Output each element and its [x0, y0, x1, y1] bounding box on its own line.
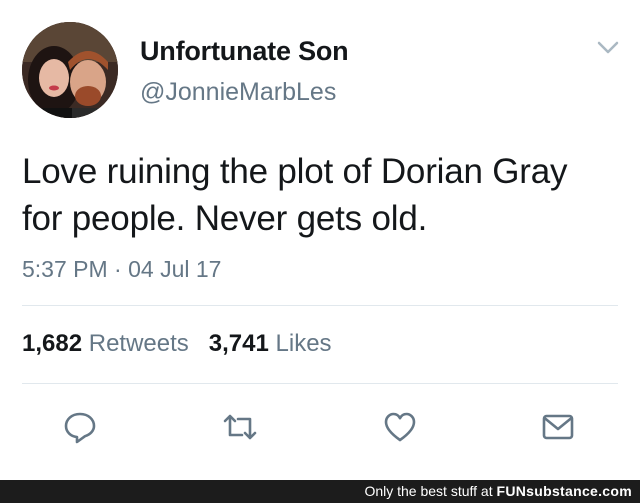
meta-separator: ·	[114, 256, 122, 282]
display-name[interactable]: Unfortunate Son	[140, 36, 349, 67]
retweets-stat[interactable]: 1,682 Retweets	[22, 330, 189, 357]
like-button[interactable]	[378, 405, 422, 449]
likes-stat[interactable]: 3,741 Likes	[209, 330, 332, 357]
watermark-text: Only the best stuff at FUNsubstance.com	[364, 483, 632, 499]
tweet-stats: 1,682 Retweets 3,741 Likes	[22, 330, 332, 358]
likes-count: 3,741	[208, 330, 269, 357]
tweet-card: Unfortunate Son @JonnieMarbLes Love ruin…	[0, 0, 640, 480]
watermark-bar: Only the best stuff at FUNsubstance.com	[0, 480, 640, 503]
avatar[interactable]	[22, 22, 118, 118]
watermark-caption: Only the best stuff at	[364, 483, 493, 499]
avatar-photo	[22, 22, 118, 118]
chevron-down-icon[interactable]	[596, 40, 620, 56]
user-handle[interactable]: @JonnieMarbLes	[140, 78, 336, 107]
watermark-brand: FUNsubstance.com	[496, 483, 632, 499]
retweet-icon	[223, 414, 257, 440]
tweet-time: 5:37 PM	[22, 256, 108, 282]
reply-button[interactable]	[58, 405, 102, 449]
like-icon	[384, 412, 416, 442]
tweet-date: 04 Jul 17	[128, 256, 222, 282]
retweets-label: Retweets	[88, 330, 189, 357]
message-icon	[542, 414, 574, 440]
reply-icon	[64, 412, 96, 444]
tweet-timestamp[interactable]: 5:37 PM · 04 Jul 17	[22, 256, 221, 283]
tweet-text: Love ruining the plot of Dorian Gray for…	[22, 152, 568, 238]
direct-message-button[interactable]	[536, 405, 580, 449]
retweet-button[interactable]	[218, 405, 262, 449]
action-bar	[0, 405, 640, 455]
likes-label: Likes	[275, 330, 332, 357]
divider	[22, 383, 618, 384]
divider	[22, 305, 618, 306]
retweets-count: 1,682	[22, 330, 83, 357]
